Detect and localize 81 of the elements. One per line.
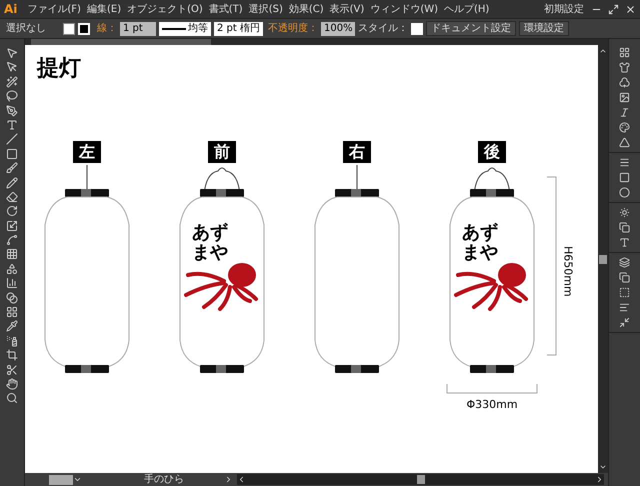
club-icon[interactable] (619, 77, 630, 88)
dropdown-icon[interactable] (73, 475, 82, 484)
workspace-menu[interactable]: 初期設定 (544, 2, 584, 16)
width-dimension: Φ330mm (466, 397, 518, 413)
selection-status: 選択なし (6, 22, 46, 36)
menu-item[interactable]: ヘルプ(H) (442, 2, 492, 16)
artboard-title: 提灯 (37, 57, 82, 79)
label-tag: 前 (208, 141, 236, 163)
style-label: スタイル： (358, 22, 408, 36)
lines-icon[interactable] (619, 157, 630, 168)
menu-item[interactable]: ファイル(F) (25, 2, 83, 16)
menu-item[interactable]: 選択(S) (246, 2, 285, 16)
label-tag: 後 (478, 141, 506, 163)
wand-icon[interactable] (6, 76, 18, 88)
app-logo: Ai (4, 1, 18, 18)
shapes-icon[interactable] (6, 262, 18, 275)
line-icon[interactable] (6, 133, 18, 146)
stroke-weight-field[interactable]: 1 pt (120, 22, 156, 36)
type-icon[interactable] (619, 237, 630, 248)
logo-text: あずまや (192, 223, 229, 263)
menu-item[interactable]: 編集(E) (84, 2, 124, 16)
pointer-icon[interactable] (6, 61, 18, 74)
style-swatch[interactable] (411, 22, 423, 34)
palette-icon[interactable] (619, 122, 630, 133)
panel-button[interactable]: 環境設定 (519, 21, 569, 36)
dotted-box-icon[interactable] (619, 287, 630, 298)
current-tool-status: 手のひら (144, 474, 185, 484)
label-tag: 右 (343, 141, 371, 163)
layers-icon[interactable] (619, 257, 630, 268)
pencil-icon[interactable] (6, 176, 18, 189)
scale-icon[interactable] (6, 220, 18, 232)
grid-icon[interactable] (6, 248, 18, 260)
stroke-swatch[interactable] (78, 22, 90, 34)
rotate-icon[interactable] (6, 205, 18, 218)
label-tag: 左 (73, 141, 101, 163)
eyedropper-icon[interactable] (6, 320, 18, 332)
menu-item[interactable]: 表示(V) (328, 2, 366, 16)
hand-icon[interactable] (6, 378, 18, 390)
align-icon[interactable] (619, 302, 630, 313)
shirt-icon[interactable] (619, 62, 630, 73)
rectangle-icon[interactable] (6, 148, 18, 160)
horizontal-scrollbar[interactable] (237, 474, 604, 485)
eraser-icon[interactable] (6, 190, 18, 203)
scroll-down-icon[interactable] (599, 463, 607, 471)
close-icon[interactable] (625, 4, 636, 14)
opacity-label: 不透明度： (268, 22, 318, 36)
italic-icon[interactable] (619, 107, 630, 118)
image-icon[interactable] (619, 92, 630, 103)
brush-dropdown[interactable]: 2 pt 楕円 (214, 22, 263, 36)
lasso-icon[interactable] (6, 90, 18, 102)
copy-icon[interactable] (619, 222, 630, 233)
scissors-icon[interactable] (6, 364, 18, 376)
menu-item[interactable]: 書式(T) (206, 2, 245, 16)
type-icon[interactable] (6, 118, 18, 131)
menu-item[interactable]: オブジェクト(O) (125, 2, 205, 16)
square-icon[interactable] (619, 172, 630, 183)
stroke-profile-dropdown[interactable]: 均等 (159, 22, 211, 36)
panel-button[interactable]: ドキュメント設定 (426, 21, 516, 36)
brush-icon[interactable] (6, 162, 18, 174)
logo-text: あずまや (462, 223, 499, 263)
vertical-scroll-thumb[interactable] (599, 254, 607, 264)
search-icon[interactable] (6, 392, 18, 404)
scroll-up-icon[interactable] (599, 47, 607, 55)
zoom-field[interactable] (49, 474, 73, 484)
arrow-pointer-icon[interactable] (6, 47, 18, 59)
swatch-grid-icon[interactable] (619, 47, 630, 58)
crop-icon[interactable] (6, 349, 18, 362)
opacity-field[interactable]: 100% (321, 22, 355, 36)
menu-item[interactable]: ウィンドウ(W) (368, 2, 440, 16)
overlap-icon[interactable] (619, 272, 630, 283)
scroll-left-icon[interactable] (237, 475, 246, 484)
fill-swatch[interactable] (63, 22, 75, 34)
horizontal-scroll-thumb[interactable] (416, 475, 424, 484)
blend-icon[interactable] (6, 292, 18, 304)
pen-icon[interactable] (6, 104, 18, 117)
height-dimension: H650mm (560, 246, 576, 297)
status-menu-icon[interactable] (224, 475, 233, 484)
scroll-right-icon[interactable] (595, 475, 604, 484)
stroke-label: 線： (97, 22, 117, 36)
menu-item[interactable]: 効果(C) (286, 2, 326, 16)
bar-chart-icon[interactable] (6, 277, 18, 290)
